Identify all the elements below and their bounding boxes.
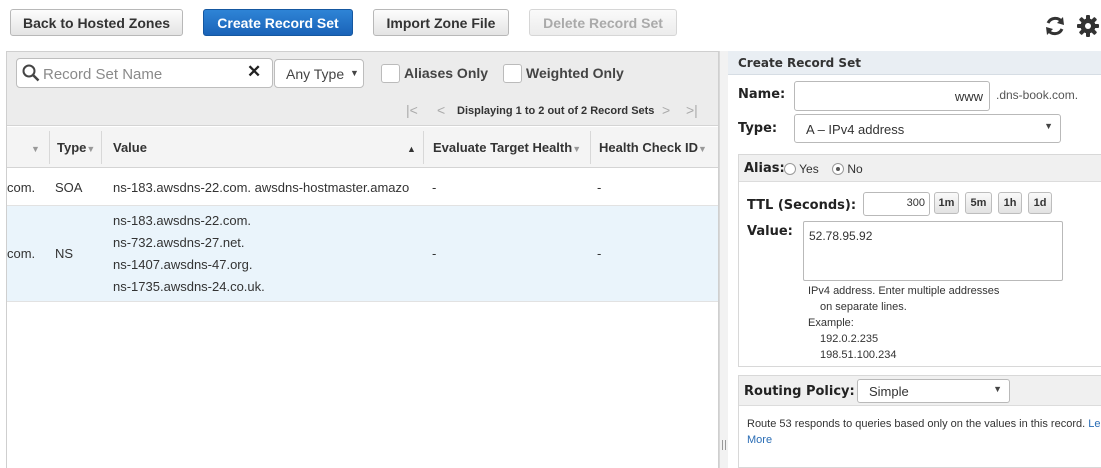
last-page-icon[interactable]: >| (686, 102, 698, 118)
record-type-filter-value: Any Type (286, 66, 345, 82)
record-name-cell: com. (7, 180, 36, 195)
search-placeholder: Record Set Name (43, 66, 163, 83)
pager-status: Displaying 1 to 2 out of 2 Record Sets (457, 105, 655, 117)
record-name-input[interactable]: www (794, 81, 990, 111)
column-header-type[interactable]: Type▼ (57, 140, 95, 155)
value-label: Value: (747, 224, 793, 239)
refresh-icon[interactable] (1043, 14, 1067, 38)
create-record-set-button[interactable]: Create Record Set (203, 9, 353, 36)
chevron-down-icon: ▼ (350, 68, 359, 78)
help-example-label: Example: (808, 317, 854, 329)
help-line: IPv4 address. Enter multiple addresses (808, 285, 1000, 297)
alias-no-option[interactable]: No (832, 162, 863, 176)
create-record-set-panel: Create Record Set Name: www .dns-book.co… (728, 51, 1101, 468)
domain-suffix: .dns-book.com. (996, 88, 1079, 102)
value-help-text: IPv4 address. Enter multiple addresses o… (808, 283, 999, 363)
aliases-only-label: Aliases Only (404, 65, 489, 81)
record-value-line: ns-732.awsdns-27.net. (113, 235, 245, 250)
record-value-line: ns-1407.awsdns-47.org. (113, 257, 253, 272)
search-icon (22, 64, 40, 87)
column-divider (423, 131, 424, 164)
routing-help-text: Route 53 responds to queries based only … (747, 418, 1086, 430)
first-page-icon[interactable]: |< (406, 102, 418, 118)
record-set-search-input[interactable]: Record Set Name ✕ (16, 58, 273, 88)
learn-more-link[interactable]: Le (1088, 418, 1100, 430)
routing-policy-value: Simple (869, 384, 909, 399)
radio-selected-icon (832, 163, 844, 175)
chevron-down-icon: ▼ (1044, 121, 1053, 131)
table-row[interactable]: com. SOA ns-183.awsdns-22.com. awsdns-ho… (7, 169, 718, 206)
alias-yes-option[interactable]: Yes (784, 162, 819, 176)
record-sets-pane: Record Set Name ✕ Any Type ▼ Aliases Onl… (6, 51, 719, 468)
gear-icon[interactable] (1077, 15, 1099, 37)
routing-policy-row: Routing Policy: Simple ▼ (739, 376, 1101, 406)
record-value-text: 52.78.95.92 (809, 229, 873, 243)
record-type-cell: NS (55, 246, 74, 261)
ttl-1h-button[interactable]: 1h (998, 192, 1022, 214)
record-details-section: Alias: Yes No TTL (Seconds): 300 1m 5m 1… (738, 154, 1101, 367)
filter-bar: Record Set Name ✕ Any Type ▼ Aliases Onl… (7, 52, 718, 126)
record-name-value: www (954, 89, 983, 104)
record-type-value: A – IPv4 address (806, 122, 905, 137)
back-to-hosted-zones-button[interactable]: Back to Hosted Zones (10, 9, 183, 36)
sort-ascending-icon[interactable]: ▲ (407, 140, 416, 155)
alias-label: Alias: (744, 161, 785, 176)
delete-record-set-button[interactable]: Delete Record Set (529, 9, 677, 36)
ttl-label: TTL (Seconds): (747, 198, 857, 213)
record-value-cell: ns-183.awsdns-22.com. awsdns-hostmaster.… (113, 180, 410, 195)
evaluate-target-health-cell: - (432, 180, 437, 195)
aliases-only-checkbox[interactable] (381, 64, 400, 83)
table-row[interactable]: com. NS ns-183.awsdns-22.com. ns-732.aws… (7, 206, 718, 302)
health-check-id-cell: - (597, 246, 602, 261)
health-check-id-cell: - (597, 180, 602, 195)
next-page-icon[interactable]: > (662, 102, 670, 118)
help-example: 192.0.2.235 (820, 333, 879, 345)
evaluate-target-health-cell: - (432, 246, 437, 261)
record-value-line: ns-1735.awsdns-24.co.uk. (113, 279, 265, 294)
routing-policy-label: Routing Policy: (744, 384, 855, 399)
weighted-only-checkbox[interactable] (503, 64, 522, 83)
name-label: Name: (738, 87, 786, 102)
record-type-cell: SOA (55, 180, 83, 195)
type-label: Type: (738, 121, 778, 136)
ttl-value: 300 (906, 197, 925, 209)
table-header: ▼ Type▼ Value ▲ Evaluate Target Health▼ … (7, 127, 718, 168)
pane-splitter[interactable] (719, 51, 728, 468)
radio-icon (784, 163, 796, 175)
record-type-filter-select[interactable]: Any Type ▼ (274, 59, 364, 88)
routing-policy-help: Route 53 responds to queries based only … (747, 416, 1101, 448)
column-divider (101, 131, 102, 164)
routing-policy-select[interactable]: Simple ▼ (857, 379, 1010, 403)
clear-search-icon[interactable]: ✕ (247, 62, 261, 82)
ttl-1d-button[interactable]: 1d (1028, 192, 1052, 214)
record-value-textarea[interactable]: 52.78.95.92 (803, 221, 1063, 281)
panel-title: Create Record Set (728, 51, 1101, 75)
help-line: on separate lines. (820, 301, 907, 313)
chevron-down-icon: ▼ (993, 384, 1002, 394)
sort-name-icon[interactable]: ▼ (31, 140, 40, 155)
record-value-line: ns-183.awsdns-22.com. (113, 213, 252, 228)
splitter-grip-icon (722, 440, 726, 450)
import-zone-file-button[interactable]: Import Zone File (373, 9, 509, 36)
column-divider (590, 131, 591, 164)
ttl-1m-button[interactable]: 1m (934, 192, 959, 214)
ttl-input[interactable]: 300 (863, 192, 930, 216)
prev-page-icon[interactable]: < (437, 102, 445, 118)
column-divider (49, 131, 50, 164)
help-example: 198.51.100.234 (820, 349, 897, 361)
ttl-5m-button[interactable]: 5m (965, 192, 992, 214)
column-header-value[interactable]: Value (113, 140, 147, 155)
alias-row: Alias: Yes No (739, 155, 1101, 182)
column-header-evaluate-target-health[interactable]: Evaluate Target Health▼ (433, 140, 581, 155)
record-type-select[interactable]: A – IPv4 address ▼ (794, 114, 1061, 143)
learn-more-link[interactable]: More (747, 434, 772, 446)
record-name-cell: com. (7, 246, 36, 261)
routing-policy-section: Routing Policy: Simple ▼ Route 53 respon… (738, 375, 1101, 468)
column-header-health-check-id[interactable]: Health Check ID▼ (599, 140, 707, 155)
weighted-only-label: Weighted Only (526, 65, 624, 81)
